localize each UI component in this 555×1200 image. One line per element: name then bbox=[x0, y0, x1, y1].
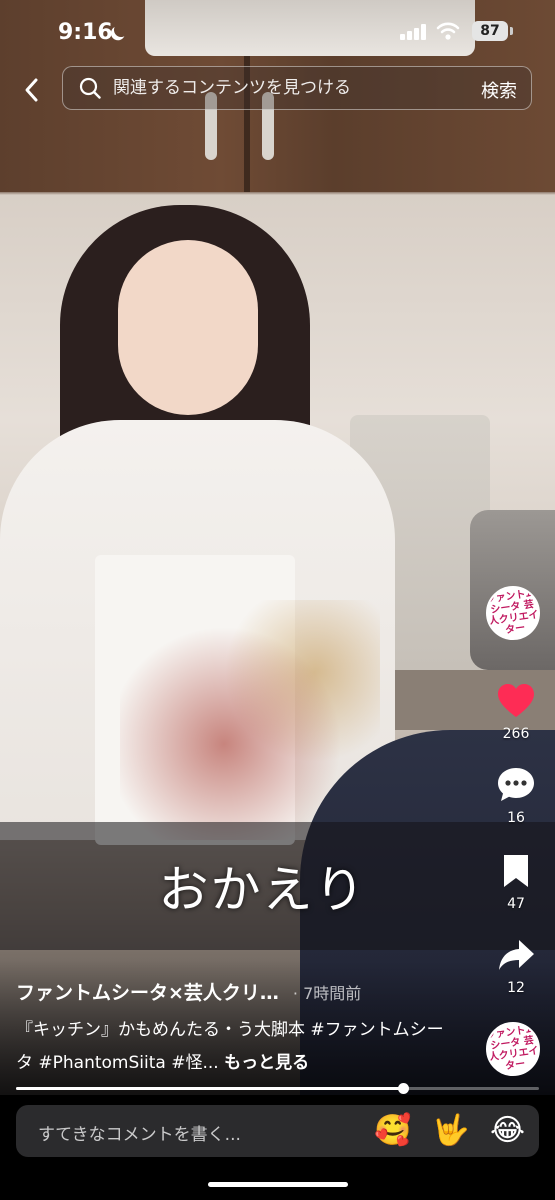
subtitle-band: おかえり bbox=[0, 822, 555, 950]
like-count: 266 bbox=[502, 726, 530, 742]
status-bar: 9:16 87 bbox=[0, 0, 555, 60]
moon-icon bbox=[112, 21, 130, 39]
author-row: ファントムシータ×芸人クリ… · 7時間前 bbox=[16, 978, 476, 1006]
comment-count: 16 bbox=[507, 810, 525, 826]
back-button[interactable] bbox=[14, 74, 48, 106]
battery-tip bbox=[510, 27, 513, 35]
emoji-tears-of-joy[interactable]: 😂 bbox=[490, 1114, 525, 1148]
status-time: 9:16 bbox=[58, 20, 113, 45]
comment-input[interactable]: すてきなコメントを書く... 🥰 🤟 😂 bbox=[16, 1105, 539, 1157]
search-input[interactable] bbox=[113, 67, 413, 108]
creator-avatar-wrap[interactable]: ファントムシータ 芸人クリエイター bbox=[486, 586, 546, 640]
bookmark-button[interactable]: 47 bbox=[486, 850, 546, 912]
emoji-smiling-hearts[interactable]: 🥰 bbox=[374, 1114, 411, 1148]
cellular-signal-icon bbox=[400, 24, 426, 40]
search-button[interactable]: 検索 bbox=[481, 77, 517, 103]
progress-scrubber[interactable] bbox=[398, 1083, 410, 1094]
avatar-logo: ファントムシータ 芸人クリエイター bbox=[486, 587, 540, 637]
video-description[interactable]: 『キッチン』かもめんたる・う大脚本 #ファントムシータ #PhantomSiit… bbox=[16, 1014, 446, 1080]
home-indicator bbox=[208, 1182, 348, 1187]
sound-avatar[interactable]: ファントムシータ 芸人クリエイター bbox=[486, 1022, 540, 1076]
person-face bbox=[118, 240, 258, 415]
video-progress-bar[interactable] bbox=[16, 1083, 539, 1094]
battery-indicator: 87 bbox=[472, 21, 508, 41]
comment-placeholder: すてきなコメントを書く... bbox=[38, 1125, 241, 1145]
share-count: 12 bbox=[507, 980, 525, 996]
see-more-link[interactable]: もっと見る bbox=[224, 1053, 309, 1073]
sound-avatar-logo: ファントムシータ 芸人クリエイター bbox=[486, 1023, 540, 1073]
heart-icon bbox=[498, 684, 534, 717]
emoji-love-you-gesture[interactable]: 🤟 bbox=[432, 1114, 469, 1148]
share-button[interactable]: 12 bbox=[486, 934, 546, 996]
bookmark-count: 47 bbox=[507, 896, 525, 912]
post-time: · 7時間前 bbox=[292, 984, 362, 1003]
music-disc[interactable]: ファントムシータ 芸人クリエイター bbox=[486, 1022, 546, 1076]
comment-button[interactable]: 16 bbox=[486, 764, 546, 826]
search-icon bbox=[79, 77, 101, 99]
comment-icon bbox=[498, 768, 534, 801]
comment-bar: すてきなコメントを書く... 🥰 🤟 😂 bbox=[0, 1095, 555, 1200]
like-button[interactable]: 266 bbox=[486, 680, 546, 742]
creator-avatar[interactable]: ファントムシータ 芸人クリエイター bbox=[486, 586, 540, 640]
video-subtitle: おかえり bbox=[158, 861, 367, 919]
author-name[interactable]: ファントムシータ×芸人クリ… bbox=[16, 978, 279, 1005]
wifi-icon bbox=[436, 22, 460, 40]
search-bar[interactable]: 検索 bbox=[62, 66, 532, 110]
progress-fill bbox=[16, 1087, 404, 1090]
bookmark-icon bbox=[504, 855, 528, 887]
share-arrow-icon bbox=[499, 940, 534, 970]
chevron-left-icon bbox=[25, 78, 38, 102]
